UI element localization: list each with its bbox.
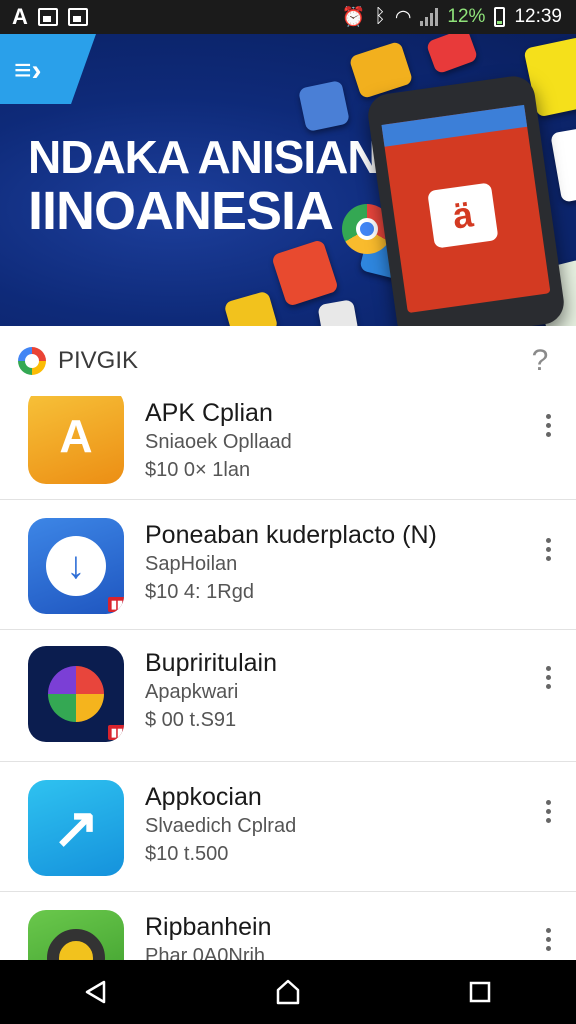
- battery-percent: 12%: [447, 6, 486, 27]
- menu-arrow-icon[interactable]: ≡›: [14, 56, 42, 86]
- app-logo-icon: A: [59, 410, 93, 462]
- app-text: APK Cplian Sniaoek Opllaad $10 0× 1lan: [145, 398, 292, 484]
- app-tile-icon: [425, 34, 479, 75]
- app-tile-icon: [270, 238, 340, 308]
- phone-screen-header: [381, 104, 528, 147]
- status-right-icons: ⏰ ᛒ ◠ 12% 12:39: [342, 5, 562, 29]
- status-left-icons: A: [12, 4, 88, 30]
- banner-title-line2: IINOANESIA: [28, 181, 334, 241]
- app-title: Bupriritulain: [145, 649, 278, 677]
- alarm-icon: ⏰: [341, 7, 366, 28]
- back-button[interactable]: [66, 967, 126, 1017]
- app-subtitle: Sniaoek Opllaad: [145, 431, 292, 453]
- app-logo-icon: ↗: [52, 796, 100, 859]
- phone-illustration: ä: [365, 73, 567, 326]
- app-text: Bupriritulain Apapkwari $ 00 t.S91: [145, 648, 277, 734]
- app-title: Poneaban kuderplacto (N): [145, 521, 437, 549]
- app-logo-icon: ↓: [46, 536, 106, 596]
- photo-icon: [67, 8, 88, 26]
- search-bar[interactable]: PIVGIK ?: [0, 326, 576, 396]
- app-badge: ▮▮: [107, 725, 124, 740]
- signal-icon: [420, 8, 439, 26]
- app-title: APK Cplian: [145, 399, 273, 427]
- more-options-icon[interactable]: [540, 414, 556, 437]
- more-options-icon[interactable]: [540, 538, 556, 561]
- phone-screen: ä: [381, 104, 551, 314]
- app-title: Appkocian: [145, 783, 262, 811]
- app-subtitle: Phar 0A0Nrih: [145, 945, 266, 960]
- app-tile-icon: [317, 299, 359, 326]
- app-price: $10 4: 1Rgd: [145, 581, 254, 603]
- app-tile-icon: [550, 127, 576, 203]
- app-text: Appkocian Slvaedich Cplrad $10 t.500: [145, 782, 296, 868]
- recents-button[interactable]: [450, 967, 510, 1017]
- list-item[interactable]: ▮▮ Bupriritulain Apapkwari $ 00 t.S91: [0, 630, 576, 762]
- banner-title: NDAKA ANISIAN IINOANESIA: [28, 131, 381, 241]
- app-icon: [28, 910, 124, 960]
- recents-icon: [469, 981, 491, 1003]
- banner-title-line1: NDAKA ANISIAN: [28, 131, 381, 183]
- more-options-icon[interactable]: [540, 800, 556, 823]
- image-icon: [37, 8, 58, 26]
- battery-icon: [494, 7, 506, 27]
- google-icon: [18, 347, 46, 375]
- home-icon: [276, 979, 300, 1005]
- app-logo-icon: [48, 666, 104, 722]
- app-icon: ↓ ▮▮: [28, 518, 124, 614]
- more-options-icon[interactable]: [540, 928, 556, 951]
- app-subtitle: Apapkwari: [145, 681, 239, 703]
- app-tile-icon: [223, 290, 279, 326]
- list-item[interactable]: ↓ ▮▮ Poneaban kuderplacto (N) SapHoilan …: [0, 500, 576, 630]
- app-logo-icon: ä: [427, 182, 499, 249]
- bluetooth-off-icon: ᛒ: [374, 6, 386, 27]
- navigation-bar: [0, 960, 576, 1024]
- app-icon: A: [28, 396, 124, 484]
- app-badge: ▮▮: [107, 597, 124, 612]
- app-tile-icon: [297, 79, 351, 133]
- promo-banner[interactable]: ≡› NDAKA ANISIAN IINOANESIA ä: [0, 34, 576, 326]
- app-price: $10 0× 1lan: [145, 459, 251, 481]
- app-subtitle: SapHoilan: [145, 553, 238, 575]
- app-icon: ↗: [28, 780, 124, 876]
- app-title: Ripbanhein: [145, 913, 272, 941]
- app-logo-icon: [47, 929, 105, 960]
- app-price: $10 t.500: [145, 843, 229, 865]
- search-label[interactable]: PIVGIK: [58, 347, 522, 375]
- help-icon[interactable]: ?: [522, 344, 558, 378]
- status-letter-icon: A: [12, 4, 28, 29]
- more-options-icon[interactable]: [540, 666, 556, 689]
- back-icon: [85, 980, 106, 1004]
- list-item[interactable]: ↗ Appkocian Slvaedich Cplrad $10 t.500: [0, 762, 576, 892]
- list-item[interactable]: A APK Cplian Sniaoek Opllaad $10 0× 1lan: [0, 396, 576, 500]
- home-button[interactable]: [258, 967, 318, 1017]
- app-list: A APK Cplian Sniaoek Opllaad $10 0× 1lan…: [0, 396, 576, 960]
- app-text: Ripbanhein Phar 0A0Nrih: [145, 912, 272, 960]
- list-item[interactable]: Ripbanhein Phar 0A0Nrih: [0, 892, 576, 960]
- app-icon: ▮▮: [28, 646, 124, 742]
- status-bar: A ⏰ ᛒ ◠ 12% 12:39: [0, 0, 576, 34]
- clock: 12:39: [514, 6, 562, 27]
- wifi-icon: ◠: [394, 6, 412, 28]
- app-subtitle: Slvaedich Cplrad: [145, 815, 297, 837]
- app-text: Poneaban kuderplacto (N) SapHoilan $10 4…: [145, 520, 437, 606]
- app-price: $ 00 t.S91: [145, 709, 237, 731]
